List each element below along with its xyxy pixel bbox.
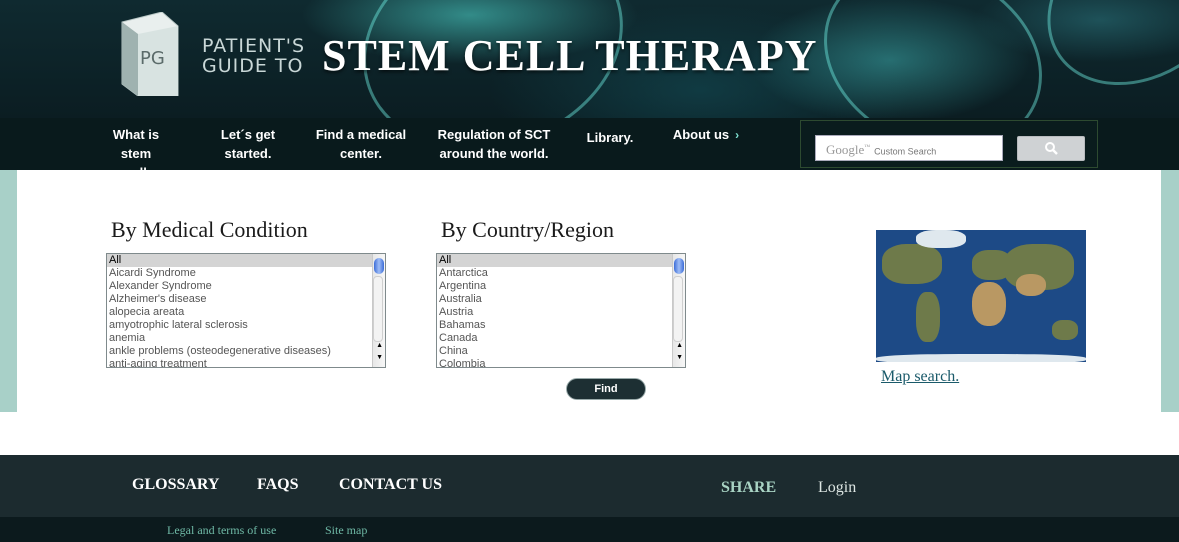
logo-subtitle: PATIENT'S GUIDE TO	[202, 36, 305, 76]
legal-terms-link[interactable]: Legal and terms of use	[167, 523, 276, 538]
nav-item-line-1: Let´s get	[220, 127, 276, 142]
google-brand: Google™	[826, 142, 871, 158]
scroll-down-arrow-icon[interactable]: ▼	[676, 354, 683, 361]
scrollbar[interactable]: ▲ ▼	[372, 254, 385, 367]
find-button[interactable]: Find	[566, 378, 646, 400]
search-placeholder: Custom Search	[874, 146, 937, 157]
nav-item-library[interactable]: Library.	[582, 128, 638, 147]
world-map-thumbnail[interactable]	[876, 230, 1086, 362]
scroll-down-arrow-icon[interactable]: ▼	[376, 354, 383, 361]
search-panel: By Medical Condition All Aicardi Syndrome…	[17, 170, 1161, 412]
nav-item-line-1: Regulation of SCT	[437, 127, 551, 142]
list-option[interactable]: Antarctica	[437, 267, 685, 280]
nav-item-lets-get-started[interactable]: Let´s get started.	[213, 125, 283, 163]
map-search-link[interactable]: Map search.	[881, 368, 959, 386]
book-logo-icon: PG	[121, 11, 179, 97]
scrollbar-track	[673, 276, 683, 342]
list-option[interactable]: Austria	[437, 306, 685, 319]
condition-heading: By Medical Condition	[111, 217, 308, 242]
nav-item-line-1: What is stem	[112, 127, 160, 161]
list-option[interactable]: Australia	[437, 293, 685, 306]
search-input[interactable]: Google™ Custom Search	[815, 135, 1003, 161]
country-heading: By Country/Region	[441, 217, 614, 242]
main-nav: What is stem cell therapy? Let´s get sta…	[0, 118, 1179, 199]
list-option[interactable]: All	[437, 254, 685, 267]
nav-item-line-1: About us	[672, 127, 730, 142]
chevron-right-icon: ›	[735, 128, 740, 142]
condition-listbox[interactable]: All Aicardi Syndrome Alexander Syndrome Alz…	[106, 253, 386, 368]
sub-footer: Legal and terms of use Site map	[0, 517, 1179, 542]
map-land	[972, 282, 1006, 326]
map-land	[882, 244, 942, 284]
nav-item-about-us[interactable]: About us ›	[666, 125, 746, 145]
logo-line-2: GUIDE TO	[202, 55, 304, 77]
map-ice	[876, 354, 1086, 362]
site-logo[interactable]: PG	[118, 11, 180, 97]
list-option[interactable]: Bahamas	[437, 319, 685, 332]
share-link[interactable]: SHARE	[721, 479, 776, 497]
nav-item-line-1: Find a medical	[315, 127, 407, 142]
list-option[interactable]: Aicardi Syndrome	[107, 267, 385, 280]
list-option[interactable]: Colombia	[437, 358, 685, 367]
nav-item-line-1: Library.	[586, 130, 634, 145]
nav-item-line-2: around the world.	[439, 146, 549, 161]
nav-item-line-2: center.	[340, 146, 382, 161]
scroll-up-arrow-icon[interactable]: ▲	[376, 342, 383, 349]
footer-glossary-link[interactable]: GLOSSARY	[132, 476, 219, 494]
site-header: PG PATIENT'S GUIDE TO STEM CELL THERAPY	[0, 0, 1179, 118]
search-button[interactable]	[1017, 136, 1085, 161]
logo-initials: PG	[140, 48, 165, 69]
custom-search: Google™ Custom Search	[800, 120, 1098, 168]
list-option[interactable]: Canada	[437, 332, 685, 345]
scroll-up-arrow-icon[interactable]: ▲	[676, 342, 683, 349]
site-title: STEM CELL THERAPY	[322, 31, 818, 80]
list-option[interactable]: ankle problems (osteodegenerative diseas…	[107, 345, 385, 358]
list-option[interactable]: Alexander Syndrome	[107, 280, 385, 293]
list-option[interactable]: alopecia areata	[107, 306, 385, 319]
nav-item-find-medical-center[interactable]: Find a medical center.	[312, 125, 410, 163]
nav-item-regulation-of-sct[interactable]: Regulation of SCT around the world.	[436, 125, 552, 163]
map-ice	[916, 230, 966, 248]
list-option[interactable]: All	[107, 254, 385, 267]
site-map-link[interactable]: Site map	[325, 523, 367, 538]
map-land	[1016, 274, 1046, 296]
search-icon	[1045, 142, 1058, 155]
logo-line-1: PATIENT'S	[202, 35, 306, 57]
footer-contact-link[interactable]: CONTACT US	[339, 476, 442, 494]
header-strand-decoration	[793, 0, 1073, 118]
scrollbar-thumb[interactable]	[374, 258, 384, 274]
list-option[interactable]: China	[437, 345, 685, 358]
scrollbar-thumb[interactable]	[674, 258, 684, 274]
list-option[interactable]: anti-aging treatment	[107, 358, 385, 367]
map-land	[1052, 320, 1078, 340]
list-option[interactable]: anemia	[107, 332, 385, 345]
scrollbar-track	[373, 276, 383, 342]
list-option[interactable]: Argentina	[437, 280, 685, 293]
country-options: All Antarctica Argentina Australia Austria Ba…	[437, 254, 685, 367]
map-land	[916, 292, 940, 342]
list-option[interactable]: amyotrophic lateral sclerosis	[107, 319, 385, 332]
list-option[interactable]: Alzheimer's disease	[107, 293, 385, 306]
condition-options: All Aicardi Syndrome Alexander Syndrome Alz…	[107, 254, 385, 367]
login-link[interactable]: Login	[818, 479, 856, 497]
country-listbox[interactable]: All Antarctica Argentina Australia Austria Ba…	[436, 253, 686, 368]
scrollbar[interactable]: ▲ ▼	[672, 254, 685, 367]
site-footer: GLOSSARY FAQS CONTACT US SHARE Login	[0, 455, 1179, 517]
nav-item-line-2: started.	[224, 146, 272, 161]
footer-faqs-link[interactable]: FAQS	[257, 476, 298, 494]
